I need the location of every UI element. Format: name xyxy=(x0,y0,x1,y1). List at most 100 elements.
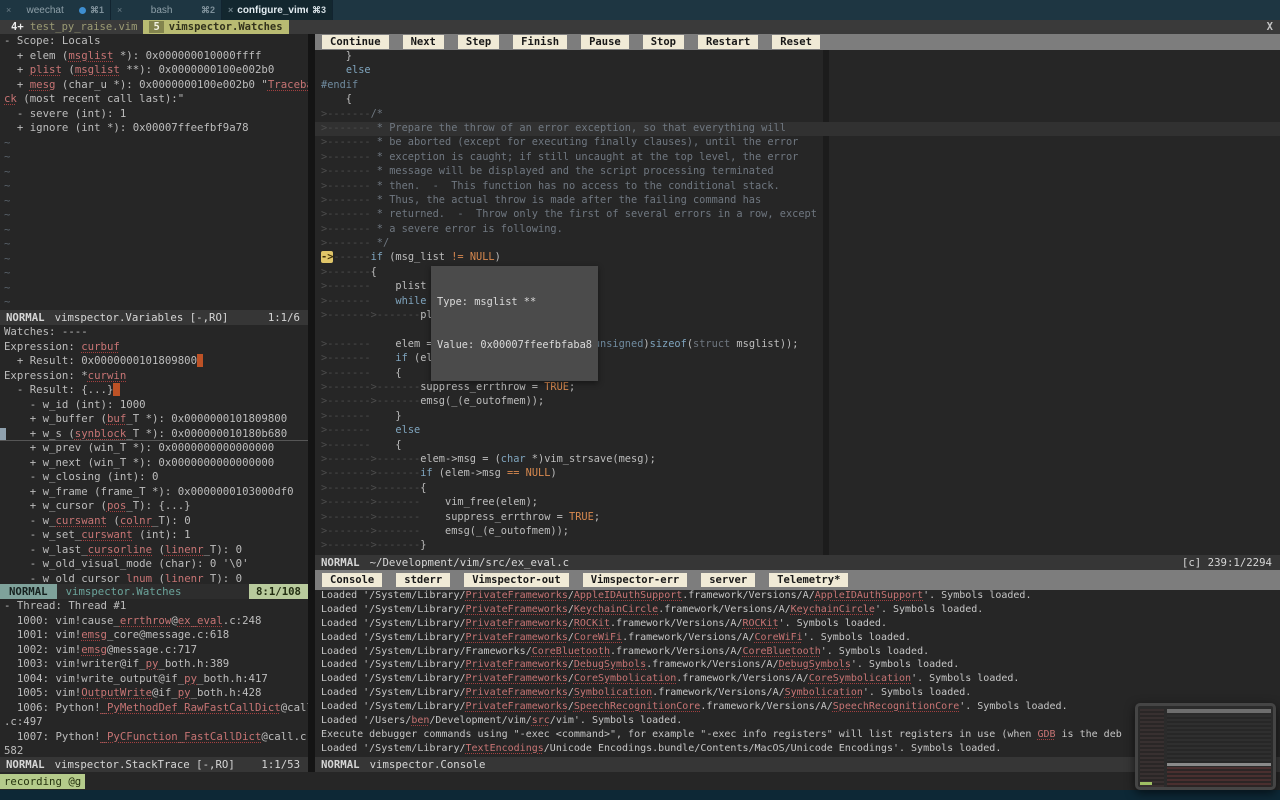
tree-row[interactable]: 1003: vim!writer@if_py_both.h:389 xyxy=(0,657,308,672)
tree-row[interactable]: 1007: Python!_PyCFunction_FastCallDict@c… xyxy=(0,730,308,745)
terminal-tab-weechat[interactable]: × weechat ⌘1 xyxy=(0,0,111,20)
terminal-tab-configure-vimenv-[interactable]: × configure_vimenv + (...⌘3 xyxy=(222,0,333,20)
text-line: Loaded '/System/Library/PrivateFramework… xyxy=(321,590,1032,601)
tree-row[interactable]: - w_set_curswant (int): 1 xyxy=(0,528,308,543)
tab-shortcut: ⌘1 xyxy=(89,4,104,15)
tree-row[interactable]: Watches: ---- xyxy=(0,325,308,340)
tab-vimspector-watches[interactable]: 5 vimspector.Watches xyxy=(143,20,289,34)
tab-test-py-raise[interactable]: 4+ test_py_raise.vim xyxy=(5,20,143,34)
stacktrace-window[interactable]: - Thread: Thread #1 1000: vim!cause_errt… xyxy=(0,599,308,757)
debug-reset-button[interactable]: Reset xyxy=(772,35,820,49)
tree-row[interactable]: - w_old_cursor_lnum (linenr_T): 0 xyxy=(0,572,308,585)
tree-row[interactable]: + w_cursor (pos_T): {...} xyxy=(0,499,308,514)
tree-row[interactable]: - w_last_cursorline (linenr_T): 0 xyxy=(0,543,308,558)
variable-hover-tooltip: Type: msglist ** Value: 0x00007ffeefbfab… xyxy=(431,266,598,382)
terminal-tab-bar: × weechat ⌘1 × bash ⌘2 × configure_vimenv + (..… xyxy=(0,0,1280,20)
tree-row[interactable]: + w_s (synblock_T *): 0x000000010180b680 xyxy=(0,427,308,442)
debug-step-button[interactable]: Step xyxy=(457,35,500,49)
vim-tabline: 4+ test_py_raise.vim 5 vimspector.Watche… xyxy=(0,20,1280,34)
tree-row[interactable]: - severe (int): 1 xyxy=(0,107,308,122)
console-tab-telemetry-[interactable]: Telemetry* xyxy=(769,573,849,587)
console-tab-stderr[interactable]: stderr xyxy=(396,573,451,587)
tree-row[interactable]: - w_id (int): 1000 xyxy=(0,398,308,413)
debug-restart-button[interactable]: Restart xyxy=(698,35,759,49)
tab-title: configure_vimenv + (... xyxy=(237,4,308,16)
text-line: >------- * a severe error is following. xyxy=(321,222,563,235)
tab-close-icon[interactable]: X xyxy=(1267,21,1273,33)
tab-number: 4+ xyxy=(11,21,24,33)
tree-row[interactable]: + elem (msglist *): 0x000000010000ffff xyxy=(0,49,308,64)
mode-indicator: NORMAL xyxy=(6,311,45,324)
tree-row[interactable]: 582 xyxy=(0,744,308,757)
tree-row[interactable]: 1005: vim!OutputWrite@if_py_both.h:428 xyxy=(0,686,308,701)
debug-controls-bar: Continue Next Step Finish Pause Stop Restart Re… xyxy=(315,34,1280,50)
close-tab-icon[interactable]: × xyxy=(228,5,233,15)
screen-preview-window[interactable] xyxy=(1135,703,1276,790)
text-line: >------->------- vim_free(elem); xyxy=(321,496,538,509)
tree-row[interactable]: + Result: 0x0000000101809800 xyxy=(0,354,308,369)
tree-row[interactable]: ~ xyxy=(0,295,308,310)
debug-continue-button[interactable]: Continue xyxy=(322,35,389,49)
tree-row[interactable]: ~ xyxy=(0,165,308,180)
tree-row[interactable]: + w_next (win_T *): 0x0000000000000000 xyxy=(0,456,308,471)
terminal-tab-bash[interactable]: × bash ⌘2 xyxy=(111,0,222,20)
tree-row[interactable]: ~ xyxy=(0,208,308,223)
tree-row[interactable]: 1006: Python!_PyMethodDef_RawFastCallDic… xyxy=(0,701,308,716)
tree-row[interactable]: + w_buffer (buf_T *): 0x0000000101809800 xyxy=(0,412,308,427)
debug-finish-button[interactable]: Finish xyxy=(513,35,568,49)
debug-pause-button[interactable]: Pause xyxy=(581,35,629,49)
tree-row[interactable]: + w_prev (win_T *): 0x0000000000000000 xyxy=(0,441,308,456)
tree-row[interactable]: ~ xyxy=(0,252,308,267)
tree-row[interactable]: 1001: vim!emsg_core@message.c:618 xyxy=(0,628,308,643)
tree-row[interactable]: - w_closing (int): 0 xyxy=(0,470,308,485)
tree-row[interactable]: - Scope: Locals xyxy=(0,34,308,49)
tree-row[interactable]: ~ xyxy=(0,223,308,238)
text-line: Loaded '/System/Library/PrivateFramework… xyxy=(321,631,912,643)
tree-row[interactable]: ~ xyxy=(0,237,308,252)
preview-code-thumbnail xyxy=(1167,715,1271,763)
console-tab-server[interactable]: server xyxy=(701,573,756,587)
console-tab-vimspector-out[interactable]: Vimspector-out xyxy=(464,573,569,587)
tree-row[interactable]: + w_frame (frame_T *): 0x0000000103000df… xyxy=(0,485,308,500)
tree-row[interactable]: - w_old_visual_mode (char): 0 '\0' xyxy=(0,557,308,572)
tree-row[interactable]: ~ xyxy=(0,179,308,194)
tree-row[interactable]: ck (most recent call last):" xyxy=(0,92,308,107)
close-tab-icon[interactable]: × xyxy=(117,5,122,15)
debug-stop-button[interactable]: Stop xyxy=(642,35,685,49)
tree-row[interactable]: Expression: *curwin xyxy=(0,369,308,384)
tree-row[interactable]: - Thread: Thread #1 xyxy=(0,599,308,614)
tree-row[interactable]: ~ xyxy=(0,266,308,281)
cursor-position: 1:1/53 xyxy=(261,758,300,771)
text-line: >------->-------} xyxy=(321,539,427,552)
tab-title: bash xyxy=(150,4,173,16)
variables-window[interactable]: - Scope: Locals + elem (msglist *): 0x00… xyxy=(0,34,308,310)
tooltip-value: Value: 0x00007ffeefbfaba8 xyxy=(437,339,592,352)
console-tab-vimspector-err[interactable]: Vimspector-err xyxy=(582,573,688,587)
text-line: >------- * Thus, the actual throw is mad… xyxy=(321,193,762,206)
text-line: Loaded '/System/Library/Frameworks/CoreB… xyxy=(321,645,930,657)
tree-row[interactable]: ~ xyxy=(0,136,308,151)
tree-row[interactable]: Expression: curbuf xyxy=(0,340,308,355)
tree-row[interactable]: ~ xyxy=(0,150,308,165)
tree-row[interactable]: - Result: {...} xyxy=(0,383,308,398)
tree-row[interactable]: ~ xyxy=(0,281,308,296)
tree-row[interactable]: 1004: vim!write_output@if_py_both.h:417 xyxy=(0,672,308,687)
debug-next-button[interactable]: Next xyxy=(402,35,444,49)
tree-row[interactable]: .c:497 xyxy=(0,715,308,730)
code-window[interactable]: } else #endif {>-------/* >------- * Prepa… xyxy=(315,50,1280,555)
text-line: >------->-------emsg(_(e_outofmem)); xyxy=(321,395,545,408)
window-separator[interactable] xyxy=(308,34,315,772)
console-tab-console[interactable]: Console xyxy=(322,573,383,587)
watches-window[interactable]: Watches: ---- Expression: curbuf + Result… xyxy=(0,325,308,584)
tree-row[interactable]: + plist (msglist **): 0x0000000100e002b0 xyxy=(0,63,308,78)
cursor-position: [c] 239:1/2294 xyxy=(1181,556,1272,569)
tree-row[interactable]: ~ xyxy=(0,194,308,209)
tree-row[interactable]: 1000: vim!cause_errthrow@ex_eval.c:248 xyxy=(0,614,308,629)
text-line: >-------/* xyxy=(321,107,384,120)
preview-statusline-thumbnail xyxy=(1167,763,1271,766)
tree-row[interactable]: + mesg (char_u *): 0x0000000100e002b0 "T… xyxy=(0,78,308,93)
tree-row[interactable]: 1002: vim!emsg@message.c:717 xyxy=(0,643,308,658)
tree-row[interactable]: - w_curswant (colnr_T): 0 xyxy=(0,514,308,529)
close-tab-icon[interactable]: × xyxy=(6,5,11,15)
tree-row[interactable]: + ignore (int *): 0x00007ffeefbf9a78 xyxy=(0,121,308,136)
